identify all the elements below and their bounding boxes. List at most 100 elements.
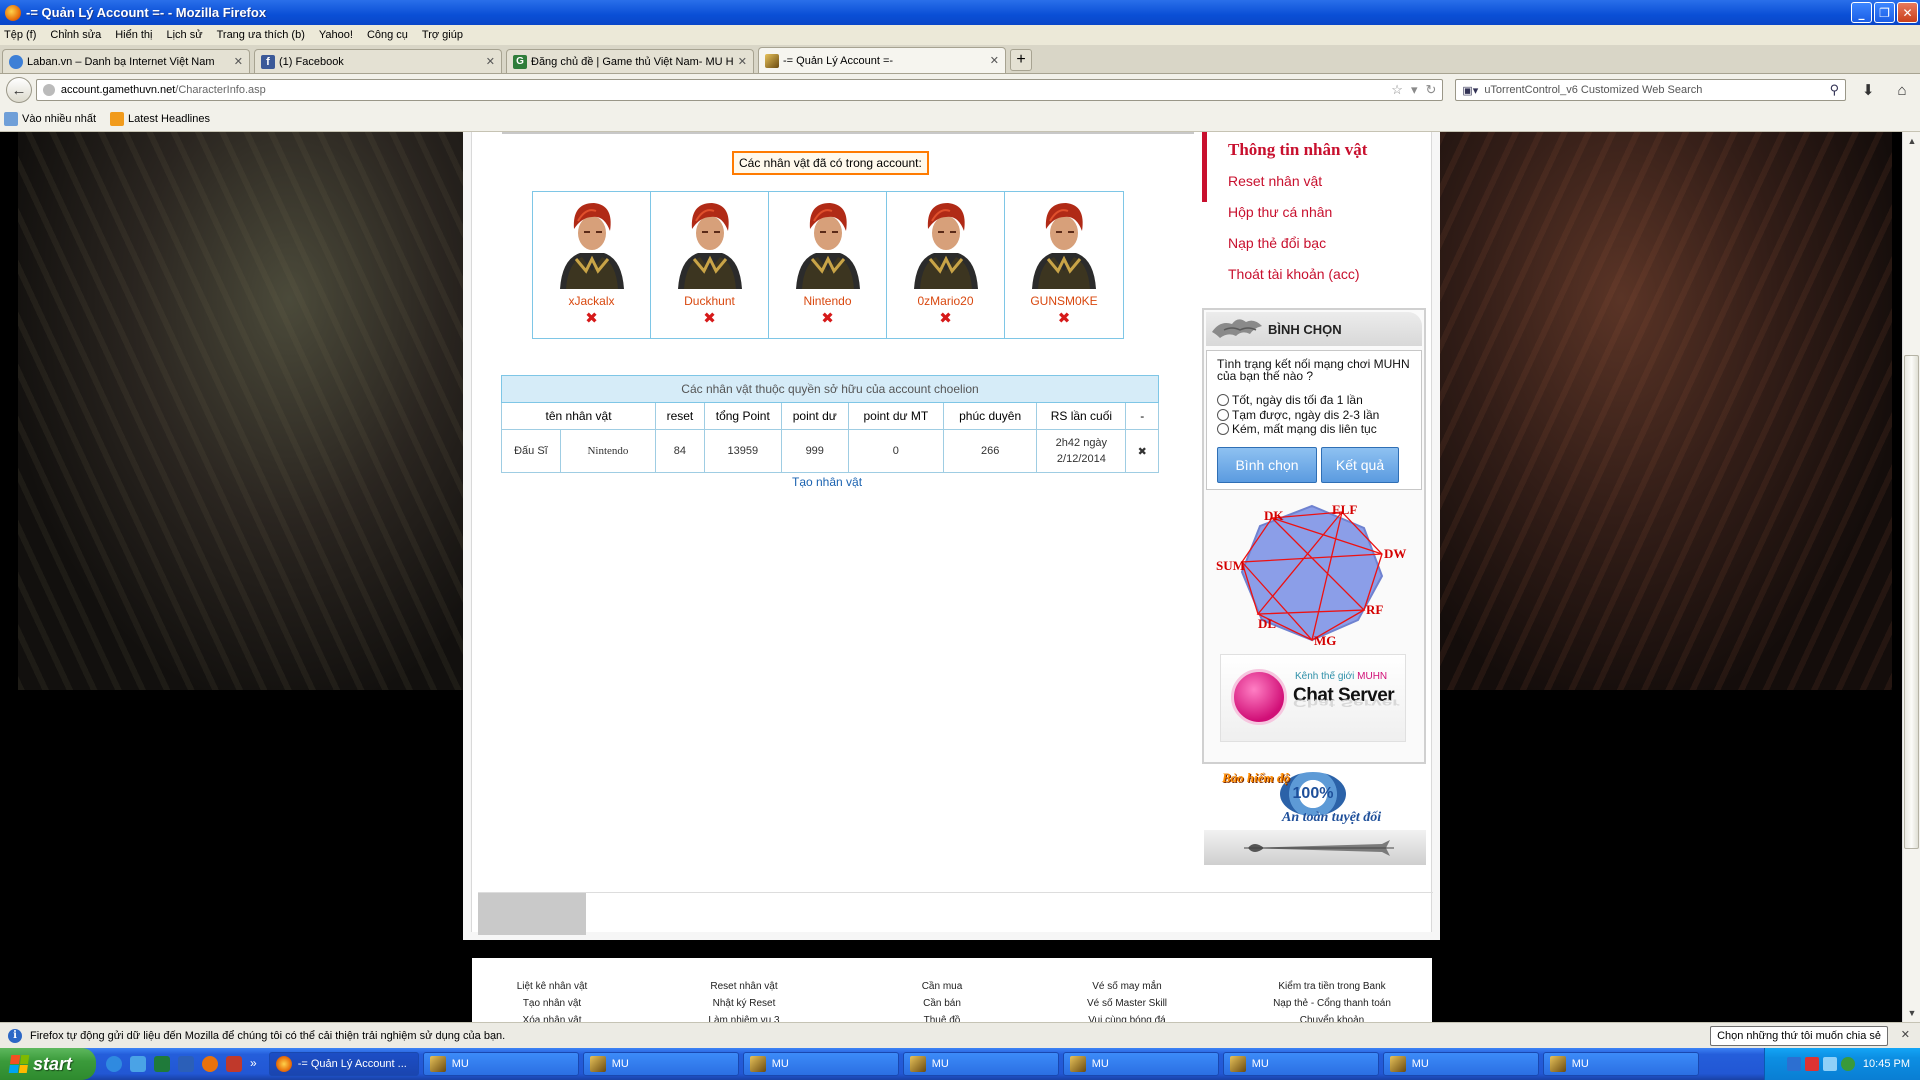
history-dropdown-icon[interactable]: ▾	[1411, 82, 1418, 98]
task-mu[interactable]: MU	[902, 1052, 1059, 1076]
delete-icon[interactable]: ✖	[1058, 311, 1071, 326]
character-name[interactable]: Duckhunt	[684, 294, 735, 308]
delete-icon[interactable]: ✖	[821, 311, 834, 326]
download-icon[interactable]: ⬇	[1856, 81, 1880, 99]
search-engine-icon[interactable]: ▣▾	[1462, 84, 1478, 97]
poll-option-ok[interactable]: Tạm được, ngày dis 2-3 lần	[1217, 408, 1379, 422]
search-icon[interactable]: ⚲	[1830, 82, 1840, 98]
bookmark-latest-headlines[interactable]: Latest Headlines	[110, 111, 210, 126]
word-icon[interactable]	[178, 1056, 194, 1072]
character-card[interactable]: 0zMario20 ✖	[887, 192, 1005, 338]
menu-logout[interactable]: Thoát tài khoản (acc)	[1228, 266, 1360, 282]
minimize-button[interactable]: _	[1851, 2, 1872, 23]
antivirus-icon[interactable]	[1804, 1057, 1819, 1071]
tab-close-icon[interactable]: ✕	[486, 55, 495, 68]
menu-yahoo[interactable]: Yahoo!	[319, 29, 353, 41]
excel-icon[interactable]	[154, 1056, 170, 1072]
character-card[interactable]: GUNSM0KE ✖	[1005, 192, 1123, 338]
delete-character-icon[interactable]: ✖	[1125, 429, 1159, 473]
character-card[interactable]: Nintendo ✖	[769, 192, 887, 338]
menu-view[interactable]: Hiển thị	[115, 29, 152, 41]
menu-edit[interactable]: Chỉnh sửa	[50, 29, 101, 41]
tab-close-icon[interactable]: ✕	[738, 55, 747, 68]
task-mu[interactable]: MU	[1542, 1052, 1699, 1076]
menu-personal-mailbox[interactable]: Hộp thư cá nhân	[1228, 204, 1332, 220]
tab-facebook[interactable]: f (1) Facebook ✕	[254, 49, 502, 73]
character-name[interactable]: Nintendo	[803, 294, 851, 308]
radio-button[interactable]	[1217, 423, 1229, 435]
scrollbar-thumb[interactable]	[1904, 355, 1919, 849]
network-icon[interactable]	[1786, 1057, 1801, 1071]
bookmark-most-visited[interactable]: Vào nhiều nhất	[4, 111, 96, 126]
url-bar[interactable]: account.gamethuvn.net /CharacterInfo.asp…	[35, 79, 1444, 101]
quicklaunch-more-icon[interactable]: »	[250, 1056, 257, 1072]
footer-link[interactable]: Kiểm tra tiền trong Bank	[1252, 978, 1412, 995]
task-firefox[interactable]: -= Quản Lý Account ...	[268, 1052, 419, 1076]
tab-laban[interactable]: Laban.vn – Danh bạ Internet Việt Nam ✕	[2, 49, 250, 73]
search-bar[interactable]: ▣▾ uTorrentControl_v6 Customized Web Sea…	[1455, 79, 1847, 101]
home-icon[interactable]: ⌂	[1890, 82, 1914, 99]
menu-file[interactable]: Tệp (f)	[4, 29, 36, 41]
footer-link[interactable]: Vé số Master Skill	[1062, 995, 1192, 1012]
poll-option-bad[interactable]: Kém, mất mạng dis liên tục	[1217, 422, 1377, 436]
vote-button[interactable]: Bình chọn	[1217, 447, 1317, 483]
delete-icon[interactable]: ✖	[585, 311, 598, 326]
footer-link[interactable]: Nạp thẻ - Cổng thanh toán	[1252, 995, 1412, 1012]
radio-button[interactable]	[1217, 394, 1229, 406]
footer-link[interactable]: Vui cùng bóng đá	[1062, 1012, 1192, 1022]
footer-link[interactable]: Nhật ký Reset	[684, 995, 804, 1012]
character-name[interactable]: 0zMario20	[917, 294, 973, 308]
footer-link[interactable]: Reset nhân vật	[684, 978, 804, 995]
firefox-quicklaunch-icon[interactable]	[202, 1056, 218, 1072]
ie-icon[interactable]	[106, 1056, 122, 1072]
volume-icon[interactable]	[1822, 1057, 1837, 1071]
menu-reset-character[interactable]: Reset nhân vật	[1228, 173, 1322, 189]
task-mu[interactable]: MU	[1062, 1052, 1219, 1076]
footer-link[interactable]: Tạo nhân vật	[492, 995, 612, 1012]
task-mu[interactable]: MU	[1222, 1052, 1379, 1076]
char-name[interactable]: Nintendo	[559, 429, 657, 473]
menu-topup-card[interactable]: Nạp thẻ đổi bạc	[1228, 235, 1326, 251]
task-mu[interactable]: MU	[742, 1052, 899, 1076]
task-mu[interactable]: MU	[1382, 1052, 1539, 1076]
menu-help[interactable]: Trợ giúp	[422, 29, 463, 41]
maximize-button[interactable]: ❐	[1874, 2, 1895, 23]
close-notification-icon[interactable]: ✕	[1901, 1028, 1910, 1041]
delete-icon[interactable]: ✖	[939, 311, 952, 326]
back-button[interactable]: ←	[6, 77, 32, 103]
chat-server-banner[interactable]: Kênh thế giới MUHN Chat Server Chat Serv…	[1220, 654, 1406, 742]
radio-button[interactable]	[1217, 409, 1229, 421]
task-mu[interactable]: MU	[582, 1052, 739, 1076]
new-tab-button[interactable]: +	[1010, 49, 1032, 71]
tab-gamethu[interactable]: G Đăng chủ đề | Game thủ Việt Nam- MU H.…	[506, 49, 754, 73]
game-icon[interactable]	[226, 1056, 242, 1072]
messenger-icon[interactable]	[1840, 1057, 1855, 1071]
task-mu[interactable]: MU	[422, 1052, 579, 1076]
delete-icon[interactable]: ✖	[703, 311, 716, 326]
tab-close-icon[interactable]: ✕	[234, 55, 243, 68]
start-button[interactable]: start	[0, 1048, 96, 1080]
scroll-up-arrow-icon[interactable]: ▲	[1903, 132, 1920, 150]
reload-icon[interactable]: ↻	[1425, 82, 1436, 98]
scroll-down-arrow-icon[interactable]: ▼	[1903, 1004, 1920, 1022]
vertical-scrollbar[interactable]: ▲ ▼	[1902, 132, 1920, 1022]
menu-character-info[interactable]: Thông tin nhân vật	[1228, 140, 1367, 160]
choose-share-button[interactable]: Chọn những thứ tôi muốn chia sẻ	[1710, 1026, 1888, 1046]
poll-option-good[interactable]: Tốt, ngày dis tối đa 1 lần	[1217, 393, 1363, 407]
footer-link[interactable]: Cần bán	[892, 995, 992, 1012]
explorer-icon[interactable]	[130, 1056, 146, 1072]
footer-link[interactable]: Thuê đồ	[892, 1012, 992, 1022]
footer-link[interactable]: Chuyển khoản	[1252, 1012, 1412, 1022]
close-window-button[interactable]: ✕	[1897, 2, 1918, 23]
footer-link[interactable]: Cần mua	[892, 978, 992, 995]
site-identity-icon[interactable]	[42, 84, 55, 96]
results-button[interactable]: Kết quả	[1321, 447, 1399, 483]
menu-tools[interactable]: Công cụ	[367, 29, 408, 41]
create-character-link[interactable]: Tạo nhân vật	[792, 475, 862, 489]
character-name[interactable]: GUNSM0KE	[1030, 294, 1097, 308]
character-card[interactable]: xJackalx ✖	[533, 192, 651, 338]
tab-close-icon[interactable]: ✕	[990, 54, 999, 67]
footer-link[interactable]: Vé số may mắn	[1062, 978, 1192, 995]
tab-account[interactable]: -= Quản Lý Account =- ✕	[758, 47, 1006, 73]
bookmark-star-icon[interactable]: ☆	[1391, 82, 1403, 98]
